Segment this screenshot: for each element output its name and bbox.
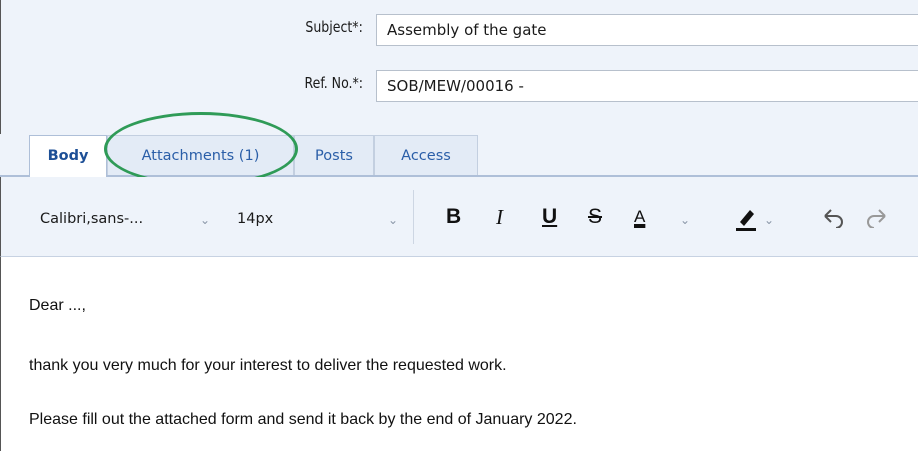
body-greeting: Dear ..., <box>29 297 86 314</box>
subject-field[interactable]: Assembly of the gate <box>376 14 918 46</box>
body-paragraph: Please fill out the attached form and se… <box>29 411 577 428</box>
chevron-down-icon[interactable]: ⌄ <box>764 213 774 227</box>
underline-button[interactable]: U <box>542 203 557 231</box>
tab-access[interactable]: Access <box>374 135 478 175</box>
font-family-select[interactable]: Calibri,sans-... <box>40 211 143 227</box>
strikethrough-button[interactable]: S <box>588 203 602 231</box>
tab-attachments[interactable]: Attachments (1) <box>107 135 294 175</box>
chevron-down-icon[interactable]: ⌄ <box>200 213 210 227</box>
ref-no-label: Ref. No.*: <box>304 74 364 92</box>
chevron-down-icon[interactable]: ⌄ <box>388 213 398 227</box>
body-paragraph: thank you very much for your interest to… <box>29 357 507 374</box>
undo-icon[interactable] <box>820 206 844 228</box>
toolbar-divider <box>413 190 414 244</box>
subject-label: Subject*: <box>305 18 363 36</box>
font-color-button[interactable]: A <box>634 203 645 231</box>
ref-no-field[interactable]: SOB/MEW/00016 - <box>376 70 918 102</box>
chevron-down-icon[interactable]: ⌄ <box>680 213 690 227</box>
tab-body[interactable]: Body <box>29 135 107 177</box>
font-size-select[interactable]: 14px <box>237 211 273 227</box>
email-body-editor[interactable]: Dear ..., thank you very much for your i… <box>0 257 918 451</box>
italic-button[interactable]: I <box>496 203 503 231</box>
highlight-color-icon[interactable] <box>734 204 758 232</box>
tab-posts[interactable]: Posts <box>294 135 374 175</box>
bold-button[interactable]: B <box>446 203 461 231</box>
redo-icon[interactable] <box>866 206 890 228</box>
